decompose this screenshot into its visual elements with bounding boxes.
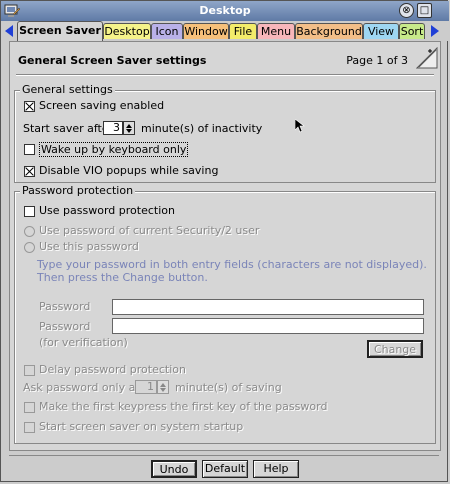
general-settings-label: General settings [20,83,115,96]
ask-after-suffix: minute(s) of saving [175,381,282,394]
maximize-icon[interactable]: □ [417,3,432,18]
tab-sort[interactable]: Sort [399,23,425,39]
password-label: Password [39,300,91,313]
first-keypress-label: Make the first keypress the first key of… [39,400,328,413]
password-protection-label: Password protection [20,184,136,197]
tab-file[interactable]: File [229,23,257,39]
tab-menu[interactable]: Menu [257,23,295,39]
ask-after-stepper[interactable] [157,380,169,394]
password-verify-input[interactable] [112,318,424,334]
delay-protection-checkbox[interactable] [24,365,35,376]
disable-vio-checkbox[interactable] [24,166,35,177]
password-input[interactable] [112,299,424,315]
use-password-checkbox[interactable] [24,206,35,217]
notebook-tabs: Screen Saver Desktop Icon Window File Me… [1,21,449,41]
settings-panel: General Screen Saver settings Page 1 of … [9,41,441,451]
disable-vio-label: Disable VIO popups while saving [39,164,219,177]
security-user-radio[interactable] [24,226,35,237]
bottom-separator [9,455,439,456]
undo-button[interactable]: Undo [151,460,197,478]
stepper-down-icon[interactable] [160,388,166,392]
verification-label: (for verification) [39,336,128,349]
wake-keyboard-checkbox[interactable] [24,144,35,155]
tab-window[interactable]: Window [183,23,229,39]
tab-scroll-left-icon[interactable] [5,25,13,37]
change-button[interactable]: Change [367,340,423,358]
tab-scroll-right-icon[interactable] [431,25,439,37]
settings-window: Desktop ⊗ □ Screen Saver Desktop Icon Wi… [0,0,449,482]
tab-background[interactable]: Background [295,23,363,39]
window-title: Desktop [199,4,251,17]
page-indicator: Page 1 of 3 [346,54,408,67]
password-verify-label: Password [39,320,91,333]
startup-checkbox[interactable] [24,422,35,433]
password-instructions: Type your password in both entry fields … [37,258,427,284]
tab-desktop[interactable]: Desktop [103,23,151,39]
page-title: General Screen Saver settings [18,54,207,67]
stepper-up-icon[interactable] [126,124,132,128]
password-protection-group: Password protection Use password protect… [14,184,436,444]
title-separator [16,74,434,76]
stepper-down-icon[interactable] [126,129,132,133]
this-password-radio[interactable] [24,242,35,253]
startup-label: Start screen saver on system startup [39,420,244,433]
stepper-up-icon[interactable] [160,383,166,387]
default-button[interactable]: Default [202,460,248,478]
title-bar[interactable]: Desktop ⊗ □ [1,1,449,21]
delay-protection-label: Delay password protection [39,363,186,376]
help-button[interactable]: Help [253,460,299,478]
this-password-label: Use this password [39,240,139,253]
screen-saving-label: Screen saving enabled [39,99,165,112]
screen-saving-checkbox[interactable] [24,101,35,112]
page-turn-icon[interactable] [416,47,438,69]
minimize-icon[interactable]: ⊗ [399,3,414,18]
start-after-stepper[interactable] [123,121,135,135]
tab-icon[interactable]: Icon [151,23,183,39]
first-keypress-checkbox[interactable] [24,402,35,413]
start-after-input[interactable]: 3 [103,121,123,135]
tab-screen-saver[interactable]: Screen Saver [17,21,103,41]
security-user-label: Use password of current Security/2 user [39,224,260,237]
wake-keyboard-label: Wake up by keyboard only [39,142,189,157]
start-after-suffix: minute(s) of inactivity [141,122,263,135]
mouse-pointer-icon [295,119,305,133]
ask-after-input[interactable]: 1 [135,380,157,394]
general-settings-group: General settings Screen saving enabled S… [14,83,436,183]
start-after-label: Start saver after [23,122,114,135]
use-password-label: Use password protection [39,204,175,217]
tab-view[interactable]: View [363,23,399,39]
